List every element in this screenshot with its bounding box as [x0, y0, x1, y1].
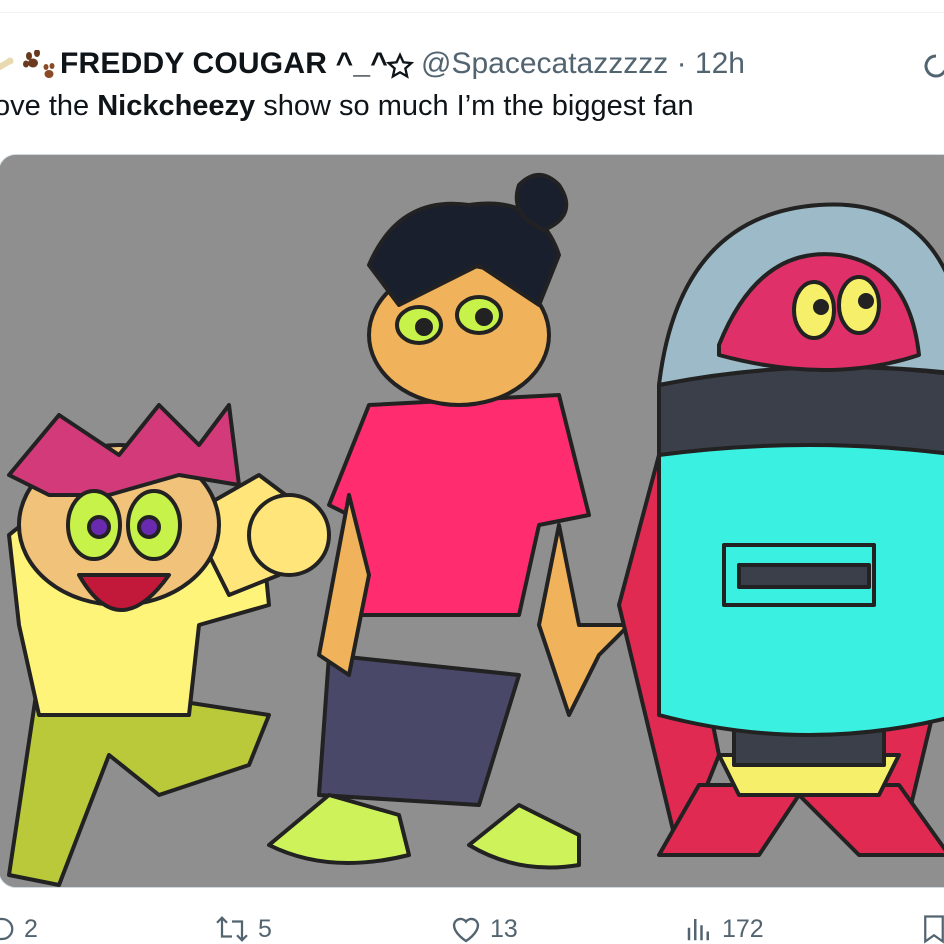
- bone-icon: [0, 54, 16, 81]
- bookmark-button[interactable]: [920, 914, 944, 944]
- timestamp[interactable]: 12h: [695, 47, 745, 80]
- reply-count: 2: [24, 914, 38, 943]
- repost-icon: [216, 916, 248, 942]
- handle-and-time[interactable]: @Spacecatazzzzz · 12h: [421, 47, 745, 81]
- reply-icon: [0, 917, 14, 941]
- views-button[interactable]: 172: [684, 914, 764, 944]
- reply-button[interactable]: 2: [0, 914, 38, 944]
- like-count: 13: [490, 914, 518, 943]
- text-end: show so much I’m the biggest fan: [263, 90, 694, 122]
- display-name[interactable]: FREDDY COUGAR ^_^: [60, 47, 388, 81]
- divider: [0, 12, 944, 13]
- paw-icon: [22, 49, 56, 85]
- repost-button[interactable]: 5: [214, 914, 272, 944]
- like-button[interactable]: 13: [450, 914, 518, 944]
- star-icon: [385, 52, 415, 85]
- tweet-text: ove the Nickcheezy show so much I’m the …: [0, 90, 694, 123]
- view-count: 172: [722, 914, 764, 943]
- cartoon-illustration: [0, 155, 944, 887]
- grok-icon[interactable]: [922, 52, 944, 87]
- heart-icon: [452, 917, 480, 943]
- text-bold: Nickcheezy: [97, 90, 256, 122]
- repost-count: 5: [258, 914, 272, 943]
- tweet-image[interactable]: [0, 154, 944, 888]
- views-icon: [687, 919, 709, 941]
- separator: ·: [676, 47, 687, 80]
- action-bar: 2 5 13 172: [0, 904, 944, 944]
- tweet-header: FREDDY COUGAR ^_^ @Spacecatazzzzz · 12h: [0, 44, 944, 88]
- text-start: ove the: [0, 90, 90, 122]
- bookmark-icon: [924, 915, 944, 944]
- user-handle[interactable]: @Spacecatazzzzz: [421, 47, 668, 80]
